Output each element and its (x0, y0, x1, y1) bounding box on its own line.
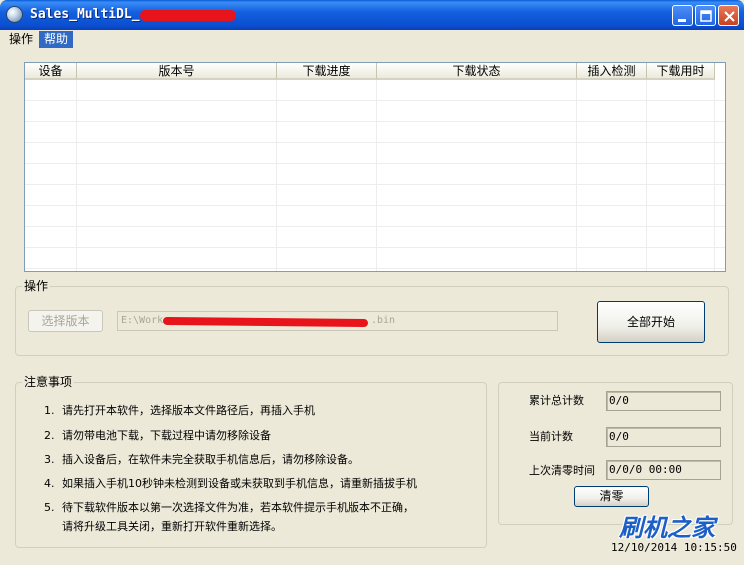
last-reset-field: 0/0/0 00:00 (606, 460, 721, 480)
menu-help[interactable]: 帮助 (39, 31, 74, 48)
note-line: 1. 请先打开本软件，选择版本文件路径后，再插入手机 (44, 404, 315, 417)
close-button[interactable] (718, 5, 739, 26)
note-line: 4. 如果插入手机10秒钟未检测到设备或未获取到手机信息，请重新插拔手机 (44, 477, 417, 490)
column-header-insert-detect[interactable]: 插入检测 (577, 63, 647, 80)
column-header-progress[interactable]: 下载进度 (277, 63, 377, 80)
column-header-download-time[interactable]: 下载用时 (647, 63, 715, 80)
app-icon (6, 6, 23, 23)
total-count-field: 0/0 (606, 391, 721, 411)
note-line: 请将升级工具关闭，重新打开软件重新选择。 (62, 520, 282, 533)
status-timestamp: 12/10/2014 10:15:50 (611, 541, 737, 554)
minimize-button[interactable] (672, 5, 693, 26)
watermark-logo: 刷机之家 (619, 508, 739, 542)
window-title: Sales_MultiDL_ (30, 7, 140, 22)
column-header-status[interactable]: 下载状态 (377, 63, 577, 80)
note-line: 2. 请勿带电池下载，下载过程中请勿移除设备 (44, 429, 271, 442)
menu-operate[interactable]: 操作 (4, 31, 38, 48)
select-version-button[interactable]: 选择版本 (28, 310, 103, 332)
title-redaction-mark (140, 10, 236, 21)
last-reset-label: 上次清零时间 (529, 464, 595, 477)
maximize-button[interactable] (695, 5, 716, 26)
device-grid[interactable]: 设备 版本号 下载进度 下载状态 插入检测 下载用时 (24, 62, 726, 272)
path-end: .bin (371, 315, 396, 326)
watermark-text: 刷机之家 (619, 514, 715, 542)
column-header-version[interactable]: 版本号 (77, 63, 277, 80)
note-line: 3. 插入设备后，在软件未完全获取手机信息后，请勿移除设备。 (44, 453, 359, 466)
menu-bar: 操作 帮助 (0, 30, 744, 49)
reset-button[interactable]: 清零 (574, 486, 649, 507)
notes-group-title: 注意事项 (22, 375, 75, 389)
operation-group-title: 操作 (22, 279, 51, 293)
title-bar[interactable]: Sales_MultiDL_ (0, 0, 744, 30)
version-path-field[interactable]: E:\Work .bin (117, 311, 558, 331)
grid-header: 设备 版本号 下载进度 下载状态 插入检测 下载用时 (25, 63, 725, 80)
grid-body (25, 80, 725, 271)
start-all-button[interactable]: 全部开始 (597, 301, 705, 343)
note-line: 5. 待下载软件版本以第一次选择文件为准，若本软件提示手机版本不正确， (44, 501, 414, 514)
current-count-label: 当前计数 (529, 430, 573, 443)
total-count-label: 累计总计数 (529, 394, 584, 407)
path-redaction-mark (162, 316, 369, 328)
column-header-device[interactable]: 设备 (25, 63, 77, 80)
path-start: E:\Work (121, 315, 164, 326)
current-count-field: 0/0 (606, 427, 721, 447)
